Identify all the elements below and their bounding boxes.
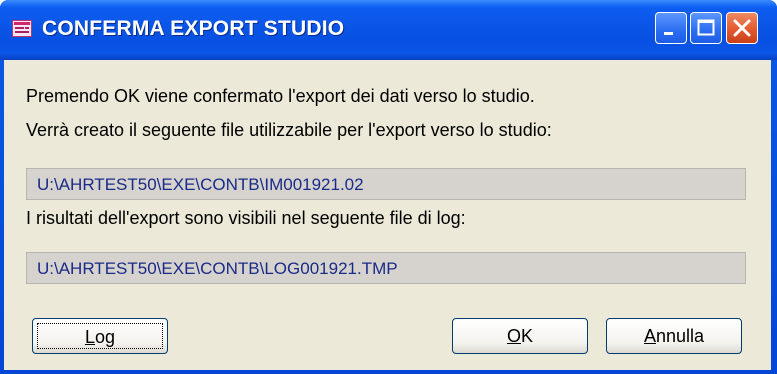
minimize-button[interactable]: [655, 12, 687, 44]
cancel-button-label: nnulla: [655, 326, 705, 346]
close-button[interactable]: [726, 12, 758, 44]
cancel-button[interactable]: Annulla: [606, 318, 742, 354]
app-icon: [12, 20, 32, 37]
dialog-window: CONFERMA EXPORT STUDIO Premendo OK viene…: [0, 0, 777, 374]
log-button-label: og: [94, 327, 116, 347]
title-bar[interactable]: CONFERMA EXPORT STUDIO: [0, 0, 777, 60]
message-line-file-created: Verrà creato il seguente file utilizzabi…: [26, 120, 552, 140]
ok-button[interactable]: OK: [452, 318, 588, 354]
cancel-button-mnemonic: A: [643, 326, 656, 346]
log-button-mnemonic: L: [84, 327, 95, 347]
window-title: CONFERMA EXPORT STUDIO: [42, 17, 345, 40]
close-icon: [733, 19, 751, 37]
export-file-path-field[interactable]: U:\AHRTEST50\EXE\CONTB\IM001921.02: [26, 168, 746, 200]
maximize-icon: [697, 19, 715, 36]
ok-button-mnemonic: O: [506, 326, 521, 346]
minimize-icon: [664, 32, 673, 35]
maximize-button[interactable]: [690, 12, 722, 44]
log-file-path-field[interactable]: U:\AHRTEST50\EXE\CONTB\LOG001921.TMP: [26, 252, 746, 284]
message-line-log-file: I risultati dell'export sono visibili ne…: [26, 208, 466, 228]
log-button[interactable]: Log: [32, 318, 168, 354]
log-button-focus-ring: Log: [37, 323, 163, 349]
message-line-confirm: Premendo OK viene confermato l'export de…: [26, 86, 535, 106]
dialog-body: Premendo OK viene confermato l'export de…: [4, 60, 771, 370]
ok-button-label: K: [521, 326, 534, 346]
